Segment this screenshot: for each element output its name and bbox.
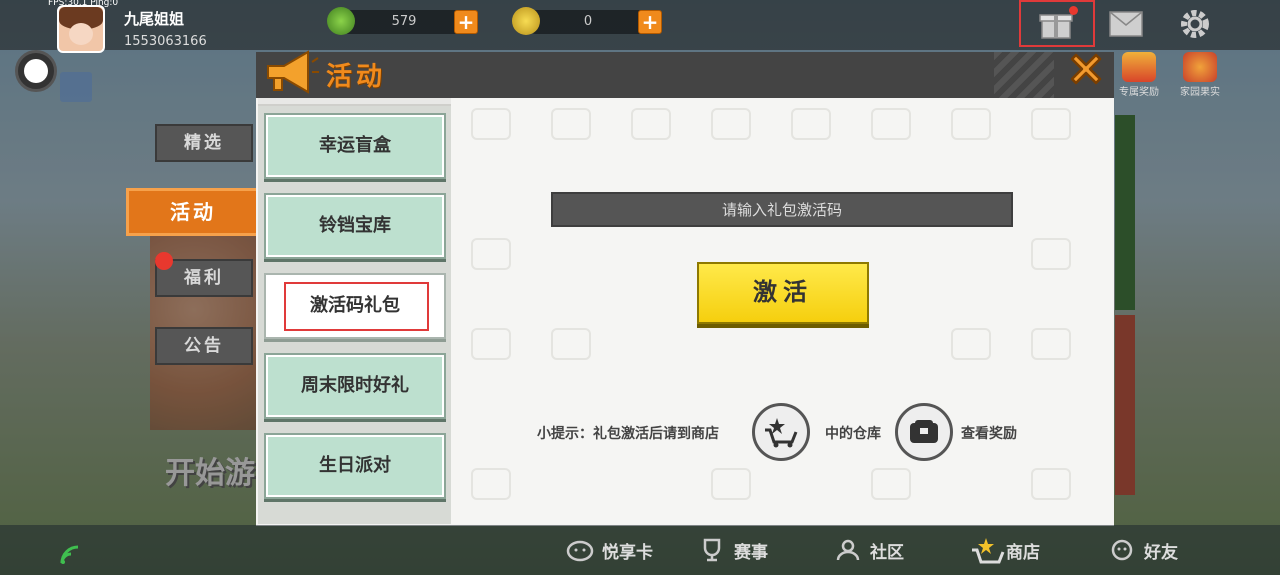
trophy-icon xyxy=(698,538,726,562)
add-coin-button[interactable]: + xyxy=(638,10,662,34)
shop-cart-icon xyxy=(970,538,1005,564)
tip-text-middle: 中的仓库 xyxy=(825,426,881,442)
watermark-pattern xyxy=(711,468,751,500)
watermark-pattern xyxy=(631,108,671,140)
watermark-pattern xyxy=(1031,108,1071,140)
gift-code-input[interactable] xyxy=(551,192,1013,227)
nav-label: 好友 xyxy=(1144,542,1178,563)
nav-community[interactable]: 社区 xyxy=(834,535,904,565)
watermark-pattern xyxy=(871,468,911,500)
watermark-pattern xyxy=(471,328,511,360)
watermark-pattern xyxy=(711,108,751,140)
gift-highlight-box xyxy=(1019,0,1095,47)
home-fruit-button[interactable]: 家园果实 xyxy=(1176,52,1224,98)
fruit-icon xyxy=(1183,52,1217,82)
watermark-pattern xyxy=(791,108,831,140)
home-fruit-label: 家园果实 xyxy=(1180,87,1220,98)
category-announcements[interactable]: 公告 xyxy=(155,327,253,365)
sidebar-scroll-edge xyxy=(258,98,451,106)
community-icon xyxy=(834,538,862,562)
tab-lucky-box[interactable]: 幸运盲盒 xyxy=(266,115,444,177)
watermark-pattern xyxy=(471,468,511,500)
coin-balance: 0 xyxy=(583,14,593,29)
watermark-pattern xyxy=(951,328,991,360)
tab-weekend-gift[interactable]: 周末限时好礼 xyxy=(266,355,444,417)
tip-text-prefix: 小提示：礼包激活后请到商店 xyxy=(537,426,719,442)
tab-bell-treasury[interactable]: 铃铛宝库 xyxy=(266,195,444,257)
avatar[interactable] xyxy=(57,5,105,53)
piggy-icon xyxy=(566,538,594,562)
watermark-pattern xyxy=(551,108,591,140)
close-icon[interactable] xyxy=(1066,49,1106,89)
exclusive-reward-label: 专属奖励 xyxy=(1119,87,1159,98)
green-gem-icon xyxy=(327,7,355,35)
nav-shop[interactable]: 商店 xyxy=(970,535,1040,565)
nav-label: 悦享卡 xyxy=(602,542,653,563)
exclusive-reward-button[interactable]: 专属奖励 xyxy=(1115,52,1163,98)
warehouse-box-icon[interactable] xyxy=(895,403,953,461)
tab-birthday-party[interactable]: 生日派对 xyxy=(266,435,444,497)
watermark-pattern xyxy=(471,108,511,140)
panel-title: 活动 xyxy=(326,62,387,92)
user-name: 九尾姐姐 xyxy=(124,10,185,28)
watermark-pattern xyxy=(951,108,991,140)
nav-label: 赛事 xyxy=(734,542,768,563)
nav-friends[interactable]: 好友 xyxy=(1108,535,1178,565)
gem-balance: 579 xyxy=(391,14,417,29)
watermark-pattern xyxy=(871,108,911,140)
floating-menu-button[interactable] xyxy=(15,50,57,92)
mail-icon[interactable] xyxy=(1106,6,1146,42)
watermark-pattern xyxy=(551,328,591,360)
speaker-icon[interactable] xyxy=(60,72,92,102)
nav-label: 商店 xyxy=(1006,542,1040,563)
friends-icon xyxy=(1108,538,1136,562)
watermark-pattern xyxy=(471,238,511,270)
category-featured[interactable]: 精选 xyxy=(155,124,253,162)
activate-button[interactable]: 激活 xyxy=(697,262,869,324)
wifi-icon xyxy=(60,545,80,565)
notification-dot xyxy=(155,252,173,270)
tab-highlight-box xyxy=(284,282,429,331)
gold-coin-icon xyxy=(512,7,540,35)
nav-joy-card[interactable]: 悦享卡 xyxy=(566,535,653,565)
add-gem-button[interactable]: + xyxy=(454,10,478,34)
nav-label: 社区 xyxy=(870,542,904,563)
shop-cart-icon[interactable] xyxy=(752,403,810,461)
category-events[interactable]: 活动 xyxy=(126,188,260,236)
watermark-pattern xyxy=(1031,328,1071,360)
watermark-pattern xyxy=(1031,238,1071,270)
nav-events[interactable]: 赛事 xyxy=(698,535,768,565)
megaphone-icon xyxy=(262,46,320,98)
watermark-pattern xyxy=(1031,468,1071,500)
tip-text-suffix: 查看奖励 xyxy=(961,426,1017,442)
reward-chest-icon xyxy=(1122,52,1156,82)
user-id: 1553063166 xyxy=(124,34,207,49)
settings-gear-icon[interactable] xyxy=(1175,6,1215,42)
